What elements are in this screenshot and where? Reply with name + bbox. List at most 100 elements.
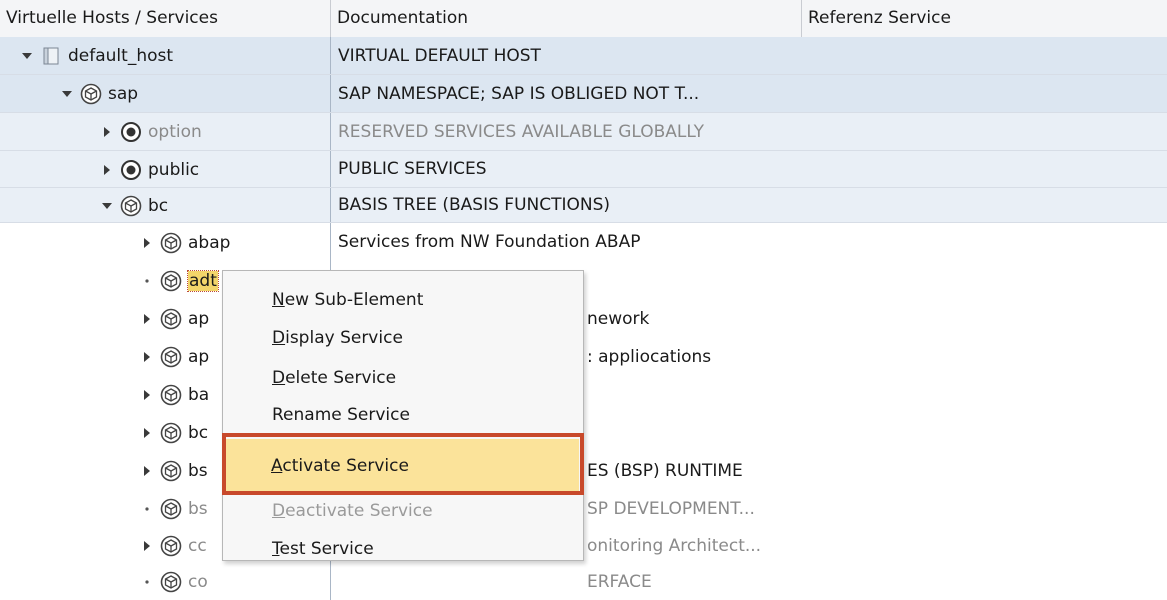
node-label[interactable]: ap	[188, 347, 209, 367]
tree-node: ba	[140, 376, 209, 414]
service-icon	[160, 535, 182, 557]
menu-item-rename-service[interactable]: Rename Service	[223, 396, 583, 434]
expand-arrow-down-icon[interactable]	[20, 49, 34, 63]
documentation-cell: SAP NAMESPACE; SAP IS OBLIGED NOT T...	[330, 75, 1167, 112]
node-label[interactable]: bs	[188, 461, 208, 481]
menu-mnemonic: A	[271, 456, 283, 476]
node-label[interactable]: cc	[188, 536, 207, 556]
service-icon	[120, 195, 142, 217]
documentation-text: PUBLIC SERVICES	[338, 159, 487, 179]
documentation-cell: PUBLIC SERVICES	[330, 151, 1167, 187]
tree-node: bc	[100, 188, 168, 223]
node-label[interactable]: ap	[188, 309, 209, 329]
documentation-text: ES (BSP) RUNTIME	[587, 461, 743, 481]
menu-label-rest: elete Service	[285, 368, 397, 388]
expand-arrow-right-icon[interactable]	[140, 350, 154, 364]
node-label[interactable]: default_host	[68, 46, 173, 66]
menu-item-new-sub-element[interactable]: New Sub-Element	[223, 281, 583, 319]
menu-mnemonic: T	[272, 539, 280, 559]
menu-item-label: Deactivate Service	[272, 501, 433, 521]
leaf-dot-icon	[140, 274, 154, 288]
documentation-text: RESERVED SERVICES AVAILABLE GLOBALLY	[338, 122, 704, 142]
service-icon	[160, 498, 182, 520]
menu-mnemonic: N	[272, 290, 285, 310]
expand-arrow-right-icon[interactable]	[100, 163, 114, 177]
column-header-documentation[interactable]: Documentation	[331, 0, 802, 37]
menu-item-delete-service[interactable]: Delete Service	[223, 359, 583, 397]
context-menu: New Sub-Element Display Service Delete Ser…	[222, 270, 584, 561]
tree-node: bc	[140, 414, 208, 452]
node-label[interactable]: option	[148, 122, 202, 142]
expand-arrow-right-icon[interactable]	[140, 312, 154, 326]
tree-row[interactable]: co ERFACE	[0, 564, 1167, 600]
tree-node: abap	[140, 223, 230, 262]
menu-mnemonic: D	[272, 501, 286, 521]
node-label[interactable]: co	[188, 572, 208, 592]
documentation-text: ERFACE	[587, 572, 652, 592]
menu-label-rest: isplay Service	[285, 328, 403, 348]
documentation-cell: ERFACE	[330, 564, 1167, 600]
documentation-text: SAP NAMESPACE; SAP IS OBLIGED NOT T...	[338, 84, 700, 104]
service-icon	[160, 384, 182, 406]
documentation-text: SP DEVELOPMENT...	[587, 499, 755, 519]
node-label[interactable]: bs	[188, 499, 208, 519]
menu-item-label: Activate Service	[271, 456, 409, 476]
menu-item-label: Rename Service	[272, 405, 410, 425]
tree-row[interactable]: bc BASIS TREE (BASIS FUNCTIONS)	[0, 188, 1167, 223]
menu-item-activate-service[interactable]: Activate Service	[225, 439, 579, 493]
tree-row[interactable]: sap SAP NAMESPACE; SAP IS OBLIGED NOT T..…	[0, 75, 1167, 113]
tree-node: ap	[140, 300, 209, 338]
expand-arrow-right-icon[interactable]	[100, 125, 114, 139]
node-label[interactable]: bc	[148, 196, 168, 216]
menu-label-rest: ew Sub-Element	[284, 290, 424, 310]
menu-mnemonic: D	[272, 368, 286, 388]
tree-node: public	[100, 151, 199, 188]
menu-item-display-service[interactable]: Display Service	[223, 319, 583, 357]
node-label[interactable]: adt	[187, 270, 219, 292]
tree-row[interactable]: default_host VIRTUAL DEFAULT HOST	[0, 37, 1167, 75]
service-icon	[160, 346, 182, 368]
menu-item-label: New Sub-Element	[272, 290, 423, 310]
column-header-bar: Virtuelle Hosts / Services Documentation…	[0, 0, 1167, 38]
leaf-dot-icon	[140, 575, 154, 589]
expand-arrow-right-icon[interactable]	[140, 426, 154, 440]
node-label[interactable]: bc	[188, 423, 208, 443]
tree-row[interactable]: public PUBLIC SERVICES	[0, 151, 1167, 188]
node-label[interactable]: abap	[188, 233, 230, 253]
node-label[interactable]: sap	[108, 84, 138, 104]
service-icon	[160, 270, 182, 292]
menu-item-test-service[interactable]: Test Service	[223, 530, 583, 568]
documentation-cell: RESERVED SERVICES AVAILABLE GLOBALLY	[330, 113, 1167, 150]
documentation-text: VIRTUAL DEFAULT HOST	[338, 46, 541, 66]
service-icon	[160, 232, 182, 254]
node-label[interactable]: public	[148, 160, 199, 180]
tree-node: bs	[140, 452, 208, 490]
tree-row[interactable]: abap Services from NW Foundation ABAP	[0, 223, 1167, 262]
documentation-text: nework	[587, 309, 650, 329]
expand-arrow-right-icon[interactable]	[140, 388, 154, 402]
expand-arrow-right-icon[interactable]	[140, 539, 154, 553]
column-header-hosts[interactable]: Virtuelle Hosts / Services	[0, 0, 331, 37]
expand-arrow-right-icon[interactable]	[140, 236, 154, 250]
tree-row[interactable]: option RESERVED SERVICES AVAILABLE GLOBAL…	[0, 113, 1167, 151]
eye-icon	[120, 159, 142, 181]
service-icon	[80, 83, 102, 105]
expand-arrow-down-icon[interactable]	[60, 87, 74, 101]
column-header-reference-service[interactable]: Referenz Service	[802, 0, 1167, 37]
menu-item-label: Delete Service	[272, 368, 396, 388]
menu-item-label: Test Service	[272, 539, 374, 559]
tree-node: sap	[60, 75, 138, 113]
menu-mnemonic: D	[272, 328, 286, 348]
menu-label-rest: est Service	[279, 539, 374, 559]
expand-arrow-down-icon[interactable]	[100, 199, 114, 213]
documentation-cell: BASIS TREE (BASIS FUNCTIONS)	[330, 188, 1167, 222]
node-label[interactable]: ba	[188, 385, 209, 405]
documentation-cell: VIRTUAL DEFAULT HOST	[330, 37, 1167, 74]
documentation-cell: Services from NW Foundation ABAP	[330, 223, 1167, 262]
tree-node: default_host	[20, 37, 173, 75]
expand-arrow-right-icon[interactable]	[140, 464, 154, 478]
documentation-text: : appliocations	[587, 347, 712, 367]
leaf-dot-icon	[140, 502, 154, 516]
documentation-text: onitoring Architect...	[587, 536, 762, 556]
menu-item-deactivate-service: Deactivate Service	[223, 492, 583, 530]
